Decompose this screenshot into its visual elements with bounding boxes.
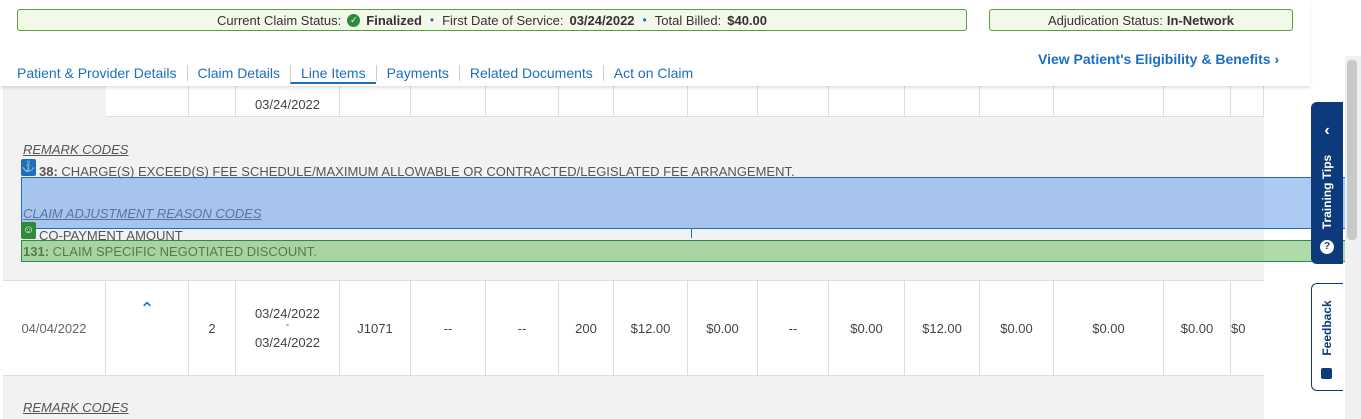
row-c5: $0.00 <box>980 281 1054 375</box>
adjudication-status-bar: Adjudication Status: In-Network <box>989 9 1293 31</box>
chevron-up-icon[interactable]: ⌃ <box>106 281 189 375</box>
row-c6: $0.00 <box>1054 281 1164 375</box>
current-status-value: Finalized <box>366 12 422 28</box>
smile-icon: ☺ <box>21 222 36 239</box>
billed-value: $40.00 <box>727 12 767 28</box>
row-billed: $12.00 <box>614 281 688 375</box>
tab-payments[interactable]: Payments <box>375 65 459 81</box>
training-tips-label: Training Tips <box>1320 154 1334 230</box>
training-tips-tab[interactable]: ‹ Training Tips ? <box>1311 102 1343 264</box>
row-mod1: -- <box>411 281 486 375</box>
remark-codes-header[interactable]: REMARK CODES <box>23 142 128 157</box>
row-c8: $0 <box>1231 320 1246 336</box>
dos-end-cell: 03/24/2022 <box>236 86 340 116</box>
current-status-label: Current Claim Status: <box>217 12 342 28</box>
scrollbar-thumb[interactable] <box>1347 60 1357 240</box>
row-code: J1071 <box>340 281 411 375</box>
row-c7: $0.00 <box>1164 281 1231 375</box>
row-c3: $0.00 <box>829 281 905 375</box>
check-icon: ✓ <box>347 13 361 27</box>
row-c2: -- <box>758 281 829 375</box>
eligibility-benefits-link[interactable]: View Patient's Eligibility & Benefits › <box>1038 51 1279 67</box>
dos-value: 03/24/2022 <box>569 12 635 28</box>
row-c1: $0.00 <box>688 281 758 375</box>
chevron-left-icon: ‹ <box>1324 122 1330 139</box>
row-mod2: -- <box>486 281 559 375</box>
highlight-overlay-green <box>21 240 1361 262</box>
question-icon: ? <box>1320 240 1334 254</box>
claim-tabs: Patient & Provider Details Claim Details… <box>17 65 703 84</box>
row-c4: $12.00 <box>905 281 980 375</box>
feedback-label: Feedback <box>1320 300 1334 356</box>
tab-act-on-claim[interactable]: Act on Claim <box>602 65 703 81</box>
claim-status-bar: Current Claim Status: ✓ Finalized • Firs… <box>17 9 967 31</box>
highlight-overlay-blue <box>21 177 1361 238</box>
tab-line-items[interactable]: Line Items <box>290 65 376 84</box>
row-line: 2 <box>189 281 236 375</box>
billed-label: Total Billed: <box>654 12 722 28</box>
claim-header: Current Claim Status: ✓ Finalized • Firs… <box>0 0 1310 86</box>
row-units: 200 <box>559 281 614 375</box>
anchor-icon: ⚓ <box>21 159 36 176</box>
row-date: 04/04/2022 <box>3 281 106 375</box>
table-row: 04/04/2022 ⌃ 2 03/24/2022 - 03/24/2022 J… <box>3 280 1264 376</box>
row-dos: 03/24/2022 - 03/24/2022 <box>236 281 340 375</box>
table-row: 03/24/2022 <box>106 86 1264 117</box>
tab-patient-provider[interactable]: Patient & Provider Details <box>17 65 187 81</box>
feedback-tab[interactable]: Feedback <box>1311 283 1343 391</box>
adj-value: In-Network <box>1166 12 1235 28</box>
tab-related-documents[interactable]: Related Documents <box>458 65 603 81</box>
separator-dot: • <box>429 13 435 27</box>
comment-icon <box>1321 368 1332 379</box>
dos-label: First Date of Service: <box>442 12 564 28</box>
tab-claim-details[interactable]: Claim Details <box>186 65 290 81</box>
remark-codes-header-2[interactable]: REMARK CODES <box>23 400 128 415</box>
separator-dot: • <box>642 13 647 27</box>
adj-label: Adjudication Status: <box>1047 12 1163 28</box>
